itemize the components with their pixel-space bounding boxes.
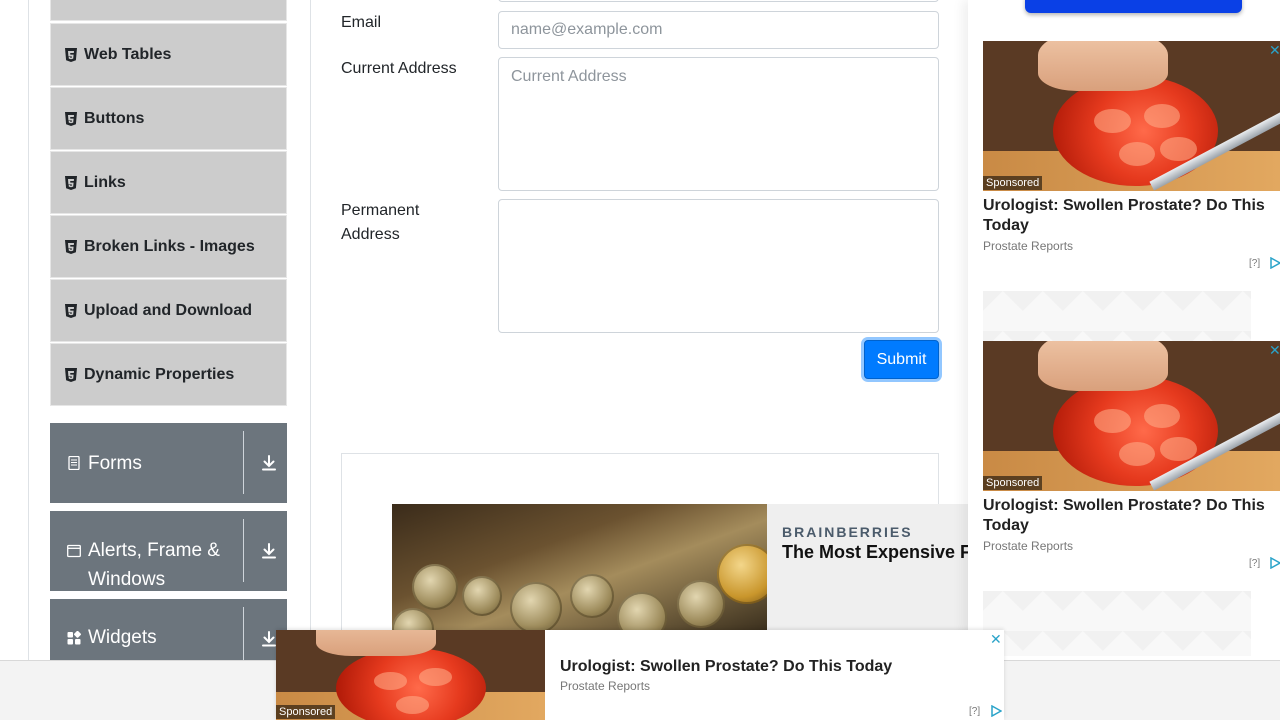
document-icon <box>68 456 80 470</box>
ad-title: The Most Expensive F <box>782 542 972 562</box>
ad-source: Prostate Reports <box>560 679 651 693</box>
ad-brand: BRAINBERRIES <box>782 524 913 540</box>
group-divider <box>243 431 244 494</box>
sponsored-badge: Sponsored <box>983 476 1043 490</box>
sponsored-badge: Sponsored <box>276 705 336 719</box>
ad-title: Urologist: Swollen Prostate? Do This Tod… <box>560 658 893 675</box>
ad-help-link[interactable]: [?] <box>969 706 980 717</box>
window-icon <box>67 544 81 558</box>
adchoices-icon[interactable] <box>990 705 1002 717</box>
sidebar-item-label: Upload and Download <box>84 301 252 319</box>
current-address-field[interactable]: Current Address <box>498 57 939 191</box>
group-forms[interactable]: Forms <box>50 423 287 503</box>
group-label: Alerts, Frame & Windows <box>88 540 220 590</box>
html5-icon <box>65 111 77 126</box>
sidebar-item-label: Links <box>84 173 126 191</box>
ad-help-link[interactable]: [?] <box>1249 258 1260 269</box>
ad-source: Prostate Reports <box>983 239 1074 253</box>
previous-field-edge[interactable] <box>498 0 939 2</box>
ad-source: Prostate Reports <box>983 539 1074 553</box>
side-ad-2[interactable]: Sponsored ✕ Urologist: Swollen Prostate?… <box>983 341 1280 591</box>
adchoices-icon[interactable] <box>1269 257 1280 269</box>
sidebar-item-label: Dynamic Properties <box>84 365 235 383</box>
email-field[interactable]: name@example.com <box>498 11 939 49</box>
ad-title: Urologist: Swollen Prostate? Do This Tod… <box>983 497 1265 534</box>
html5-icon <box>65 47 77 62</box>
submit-button[interactable]: Submit <box>864 340 939 379</box>
sidebar-item-label: Broken Links - Images <box>84 237 255 255</box>
tomato-image <box>983 341 1280 491</box>
sidebar-left-border <box>28 0 29 660</box>
ad-title: Urologist: Swollen Prostate? Do This Tod… <box>983 197 1265 234</box>
sidebar-item-label: Buttons <box>84 109 145 127</box>
html5-icon <box>65 175 77 190</box>
html5-icon <box>65 239 77 254</box>
sidebar-item-buttons[interactable]: Buttons <box>50 87 287 150</box>
sidebar-item-label: Web Tables <box>84 45 172 63</box>
download-icon[interactable] <box>260 454 278 472</box>
article-ad[interactable]: BRAINBERRIES The Most Expensive F <box>392 504 1042 644</box>
sidebar-item-broken-links[interactable]: Broken Links - Images <box>50 215 287 278</box>
widgets-icon <box>67 630 81 644</box>
sidebar-right-border <box>310 0 311 660</box>
close-icon[interactable]: ✕ <box>1269 342 1280 359</box>
html5-icon <box>65 367 77 382</box>
group-label: Forms <box>88 452 142 474</box>
tomato-image <box>983 41 1280 191</box>
download-icon[interactable] <box>260 542 278 560</box>
close-icon[interactable]: ✕ <box>990 631 1002 648</box>
sidebar-item-web-tables[interactable]: Web Tables <box>50 23 287 86</box>
side-ad-1[interactable]: Sponsored ✕ Urologist: Swollen Prostate?… <box>983 41 1280 291</box>
adchoices-icon[interactable] <box>1269 557 1280 569</box>
sidebar-item-upload-download[interactable]: Upload and Download <box>50 279 287 342</box>
sidebar-item-links[interactable]: Links <box>50 151 287 214</box>
current-address-label: Current Address <box>341 60 457 77</box>
permanent-address-field[interactable] <box>498 199 939 333</box>
email-label: Email <box>341 14 382 31</box>
ad-pattern-band <box>983 291 1251 341</box>
group-divider <box>243 519 244 582</box>
close-icon[interactable]: ✕ <box>1269 42 1280 59</box>
html5-icon <box>65 303 77 318</box>
group-label: Widgets <box>88 627 157 648</box>
permanent-address-label: Permanent Address <box>341 202 420 243</box>
ad-help-link[interactable]: [?] <box>1249 558 1260 569</box>
sponsored-badge: Sponsored <box>983 176 1043 190</box>
sidebar-item-partial[interactable] <box>50 0 287 21</box>
sidebar-item-dynamic-properties[interactable]: Dynamic Properties <box>50 343 287 406</box>
group-alerts-frame-windows[interactable]: Alerts, Frame & Windows <box>50 511 287 591</box>
treasure-image <box>392 504 767 644</box>
ad-pattern-band <box>983 591 1251 656</box>
bottom-ad[interactable]: Sponsored Urologist: Swollen Prostate? D… <box>276 630 1004 720</box>
ad-cta-button[interactable] <box>1025 0 1242 13</box>
page: Web Tables Buttons Links Broken Links - … <box>0 0 1280 720</box>
